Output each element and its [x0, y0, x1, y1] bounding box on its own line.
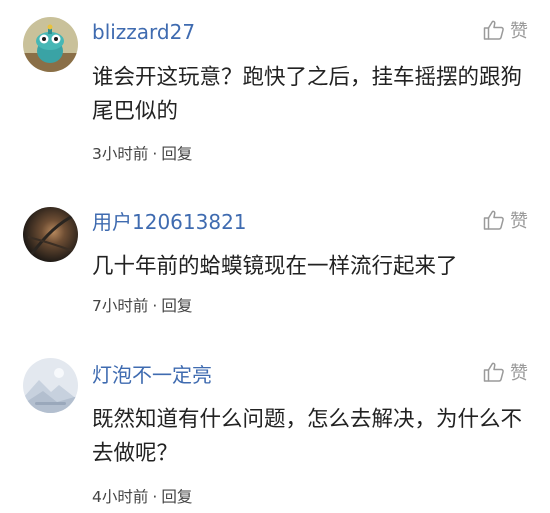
- like-button[interactable]: 赞: [482, 19, 528, 45]
- comment-meta: 3小时前 · 回复: [92, 144, 192, 164]
- reply-button[interactable]: 回复: [161, 297, 192, 315]
- avatar[interactable]: [23, 358, 78, 413]
- avatar[interactable]: [23, 207, 78, 262]
- username[interactable]: 灯泡不一定亮: [92, 363, 212, 387]
- reply-button[interactable]: 回复: [161, 488, 192, 506]
- thumbs-up-icon: [482, 208, 506, 236]
- thumbs-up-icon: [482, 360, 506, 388]
- cartoon-robot-avatar-icon: [23, 17, 78, 72]
- comment-text: 谁会开这玩意？跑快了之后，挂车摇摆的跟狗尾巴似的: [92, 65, 523, 124]
- like-button[interactable]: 赞: [482, 209, 528, 235]
- timestamp: 7小时前: [92, 297, 149, 315]
- thumbs-up-icon: [482, 18, 506, 46]
- reply-button[interactable]: 回复: [161, 145, 192, 163]
- like-button[interactable]: 赞: [482, 361, 528, 387]
- comment-text: 既然知道有什么问题，怎么去解决，为什么不去做呢？: [92, 407, 523, 466]
- like-label: 赞: [510, 363, 528, 384]
- timestamp: 4小时前: [92, 488, 149, 506]
- avatar[interactable]: [23, 17, 78, 72]
- landscape-placeholder-avatar-icon: [23, 358, 78, 413]
- separator: ·: [152, 145, 158, 163]
- dark-photo-avatar-icon: [23, 207, 78, 262]
- username[interactable]: 用户120613821: [92, 210, 247, 234]
- comment-meta: 7小时前 · 回复: [92, 296, 192, 316]
- username[interactable]: blizzard27: [92, 20, 195, 44]
- comment-meta: 4小时前 · 回复: [92, 487, 192, 507]
- like-label: 赞: [510, 21, 528, 42]
- timestamp: 3小时前: [92, 145, 149, 163]
- separator: ·: [152, 488, 158, 506]
- comment-text: 几十年前的蛤蟆镜现在一样流行起来了: [92, 254, 458, 279]
- like-label: 赞: [510, 211, 528, 232]
- separator: ·: [152, 297, 158, 315]
